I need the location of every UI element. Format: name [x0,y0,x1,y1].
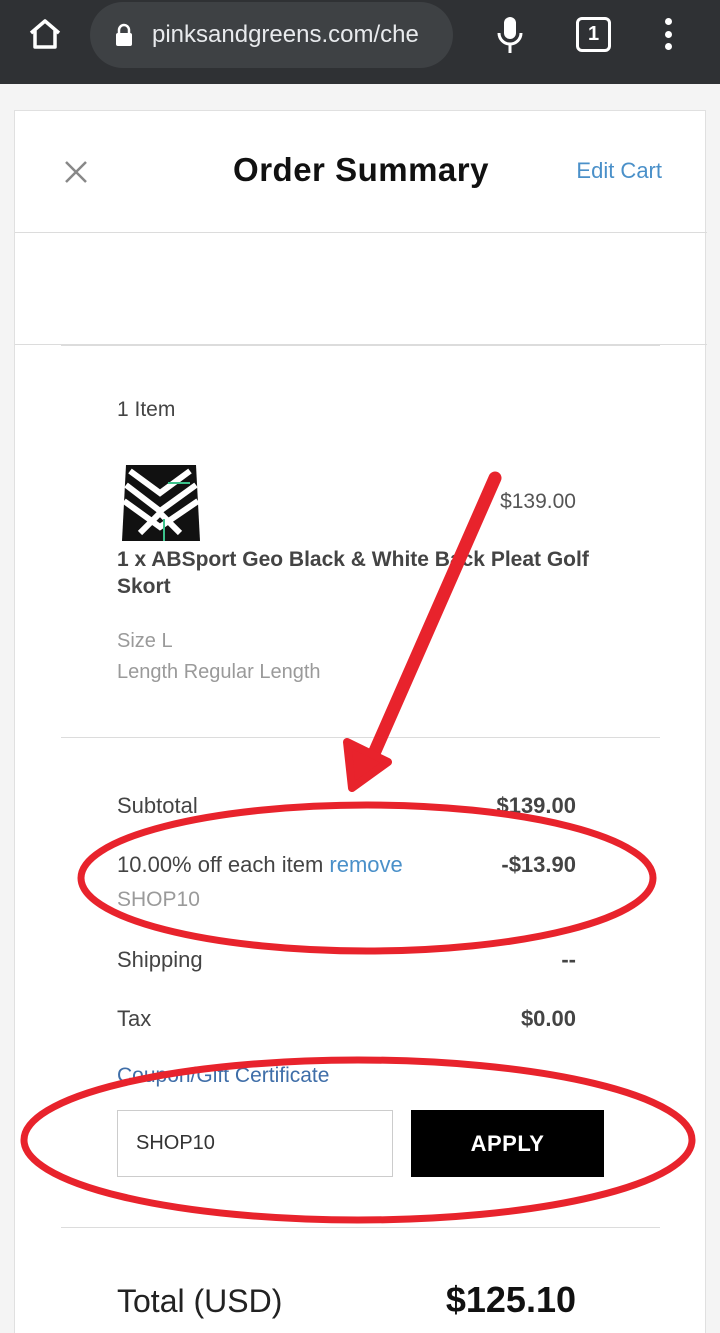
item-name[interactable]: 1 x ABSport Geo Black & White Back Pleat… [117,546,617,600]
tab-switcher-button[interactable]: 1 [576,17,611,52]
remove-discount-link[interactable]: remove [329,852,402,877]
order-summary-header: Order Summary Edit Cart [15,111,707,233]
item-length: Length Regular Length [117,661,321,683]
divider [61,737,660,738]
shipping-value: -- [561,947,576,972]
shipping-label: Shipping [117,947,203,972]
subtotal-label: Subtotal [117,793,198,818]
discount-label: 10.00% off each item [117,852,324,877]
discount-row: 10.00% off each item remove [117,852,403,878]
discount-code: SHOP10 [117,888,200,911]
item-price: $139.00 [500,490,576,513]
browser-toolbar: pinksandgreens.com/che 1 [0,0,720,84]
url-text: pinksandgreens.com/che [152,21,419,48]
edit-cart-link[interactable]: Edit Cart [576,158,662,184]
coupon-code-input[interactable]: SHOP10 [117,1110,393,1177]
divider [61,345,660,346]
total-label: Total (USD) [117,1283,283,1319]
tax-value: $0.00 [520,1006,576,1031]
total-value: $125.10 [445,1279,576,1320]
product-thumbnail[interactable] [120,463,202,545]
coupon-gift-certificate-link[interactable]: Coupon/Gift Certificate [117,1064,329,1088]
blank-section [15,233,707,345]
subtotal-value: $139.00 [496,793,576,818]
microphone-icon[interactable] [490,12,530,58]
item-count: 1 Item [117,398,176,421]
lock-icon [116,23,132,46]
discount-value: -$13.90 [501,852,576,877]
home-icon[interactable] [25,14,65,54]
tax-label: Tax [117,1006,152,1031]
address-bar[interactable]: pinksandgreens.com/che [90,2,453,68]
overflow-menu-icon[interactable] [656,14,680,54]
apply-coupon-button[interactable]: APPLY [411,1110,604,1177]
item-size: Size L [117,630,173,652]
divider [61,1227,660,1228]
